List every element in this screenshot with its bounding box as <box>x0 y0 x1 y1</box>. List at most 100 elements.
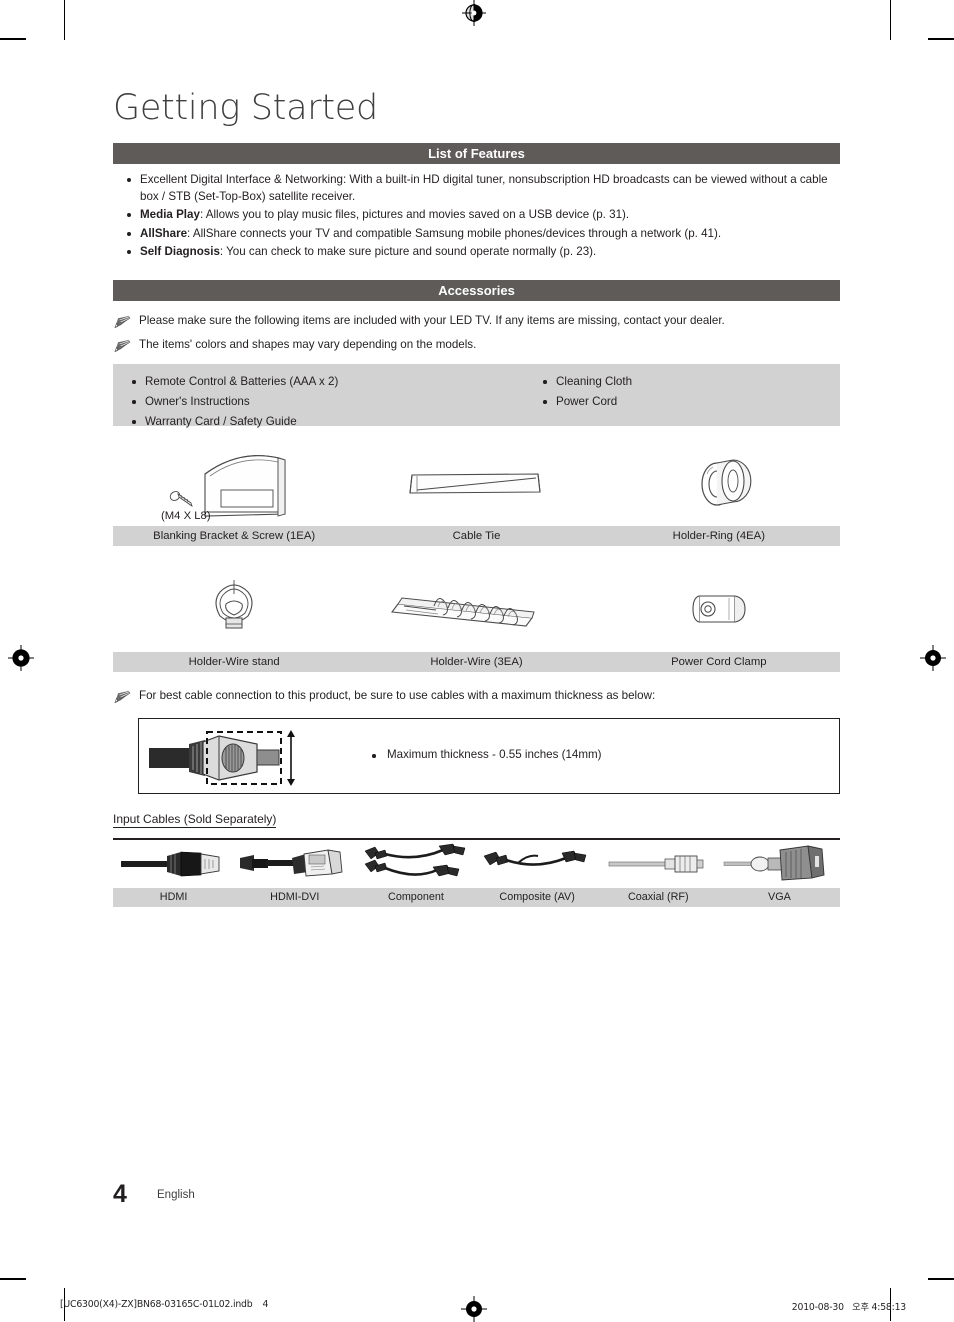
registration-mark-right <box>920 645 946 671</box>
features-list: Excellent Digital Interface & Networking… <box>113 172 840 263</box>
list-item: AllShare: AllShare connects your TV and … <box>113 226 840 243</box>
imprint-file-text: [UC6300(X4)-ZX]BN68-03165C-01L02.indb <box>60 1299 253 1310</box>
input-cables-labels: HDMI HDMI-DVI Component Composite (AV) C… <box>113 887 840 907</box>
bullet-icon <box>543 400 547 404</box>
accessory-label: Cable Tie <box>452 530 501 542</box>
bullet-icon <box>127 213 131 217</box>
section-header-accessories: Accessories <box>113 280 840 301</box>
cable-label: Component <box>388 890 444 903</box>
feature-term: Media Play <box>140 208 200 221</box>
feature-text: : Allows you to play music files, pictur… <box>199 208 630 221</box>
list-item: Warranty Card / Safety Guide <box>127 412 507 432</box>
imprint-time-text: 오후 4:58:13 <box>852 1302 906 1313</box>
holder-wire-icon <box>391 597 536 627</box>
feature-term: AllShare <box>140 226 188 240</box>
accessories-column-left: Remote Control & Batteries (AAA x 2) Own… <box>127 372 507 432</box>
cable-tie-icon <box>409 473 542 494</box>
accessory-label: Holder-Wire (3EA) <box>430 656 523 668</box>
accessory-row-2-labels: Holder-Wire stand Holder-Wire (3EA) Powe… <box>113 652 840 672</box>
list-item: Media Play: Allows you to play music fil… <box>113 207 840 224</box>
list-item: Cleaning Cloth <box>538 372 828 392</box>
imprint-date-text: 2010-08-30 <box>791 1302 844 1313</box>
hdmi-dvi-cable-icon <box>239 848 343 876</box>
cable-label: HDMI-DVI <box>270 890 320 903</box>
composite-cable-icon <box>483 850 587 866</box>
bullet-icon <box>127 250 131 254</box>
hdmi-connector-diagram <box>149 730 295 786</box>
accessory-label: Holder-Wire stand <box>188 656 280 668</box>
imprint-timestamp: 2010-08-30 오후 4:58:13 <box>792 1299 906 1313</box>
list-item: Owner's Instructions <box>127 392 507 412</box>
accessory-label: Power Cord <box>556 395 618 408</box>
registration-mark-top <box>462 0 486 26</box>
language-label: English <box>157 1189 195 1201</box>
input-cables-title: Input Cables (Sold Separately) <box>113 812 277 828</box>
accessory-image-holder-ring <box>598 440 840 526</box>
page-number: 4 <box>113 1180 127 1208</box>
registration-mark-left <box>8 645 34 671</box>
accessory-image-holder-wire-stand <box>113 566 355 652</box>
note-text: Please make sure the following items are… <box>139 314 725 327</box>
vga-cable-icon <box>723 844 825 880</box>
cable-image-coaxial <box>597 840 718 888</box>
accessory-row-2-images <box>113 566 840 652</box>
accessory-label: Holder-Ring (4EA) <box>672 530 765 542</box>
accessory-image-blanking-bracket: (M4 X L8) <box>113 440 355 526</box>
component-cable-icon <box>364 843 466 876</box>
accessory-label: Warranty Card / Safety Guide <box>145 415 297 428</box>
pencil-note-icon <box>114 315 131 329</box>
cable-label: HDMI <box>159 890 188 903</box>
cable-image-hdmi-dvi <box>234 840 355 888</box>
cable-thickness-box: Maximum thickness - 0.55 inches (14mm) <box>138 718 840 794</box>
crop-mark-top-left <box>64 0 65 40</box>
pencil-note-icon <box>114 339 131 353</box>
accessory-label: Cleaning Cloth <box>556 375 633 388</box>
registration-mark-bottom <box>461 1296 487 1322</box>
bullet-icon <box>372 754 376 758</box>
cable-label: Composite (AV) <box>499 890 575 903</box>
cable-image-component <box>355 840 476 888</box>
bullet-icon <box>543 380 547 384</box>
accessory-image-power-cord-clamp <box>598 566 840 652</box>
max-thickness-label: Maximum thickness - 0.55 inches (14mm) <box>387 748 602 761</box>
feature-text: : You can check to make sure picture and… <box>219 245 597 258</box>
bullet-icon <box>132 400 136 404</box>
accessories-column-right: Cleaning Cloth Power Cord <box>538 372 828 412</box>
input-cables-images <box>113 840 840 888</box>
crop-mark-left-bottom <box>0 1278 26 1280</box>
bullet-icon <box>132 380 136 384</box>
accessory-image-holder-wire <box>355 566 597 652</box>
accessory-label: Blanking Bracket & Screw (1EA) <box>153 530 316 542</box>
bullet-icon <box>132 420 136 424</box>
holder-ring-icon <box>701 459 752 506</box>
page-title: Getting Started <box>113 88 378 128</box>
cable-thickness-note: For best cable connection to this produc… <box>113 688 840 704</box>
screw-spec-label: (M4 X L8) <box>161 510 211 522</box>
holder-wire-stand-icon <box>215 580 253 629</box>
feature-text: : AllShare connects your TV and compatib… <box>187 226 722 240</box>
bullet-icon <box>127 231 131 236</box>
power-cord-clamp-icon <box>692 595 746 623</box>
cable-label: Coaxial (RF) <box>627 890 689 903</box>
accessory-image-cable-tie <box>355 440 597 526</box>
accessory-row-2: Holder-Wire stand Holder-Wire (3EA) Powe… <box>113 566 840 672</box>
feature-text: Excellent Digital Interface & Networking… <box>140 173 828 203</box>
section-header-features: List of Features <box>113 143 840 164</box>
imprint-filename: [UC6300(X4)-ZX]BN68-03165C-01L02.indb 4 <box>60 1299 268 1310</box>
accessory-label: Remote Control & Batteries (AAA x 2) <box>145 375 339 388</box>
note-text: The items' colors and shapes may vary de… <box>139 338 477 351</box>
cable-image-vga <box>719 840 840 888</box>
crop-mark-top-right <box>890 0 891 40</box>
bullet-icon <box>127 178 131 182</box>
crop-mark-right-top <box>928 38 954 40</box>
note-text: For best cable connection to this produc… <box>139 689 656 702</box>
hdmi-cable-icon <box>120 851 219 876</box>
list-item: Excellent Digital Interface & Networking… <box>113 172 840 205</box>
cable-label: VGA <box>768 890 791 903</box>
accessory-row-1-labels: Blanking Bracket & Screw (1EA) Cable Tie… <box>113 526 840 546</box>
accessory-row-1: (M4 X L8) Blanking Bracket & Screw (1EA)… <box>113 440 840 546</box>
accessory-row-1-images: (M4 X L8) <box>113 440 840 526</box>
accessories-note-2: The items' colors and shapes may vary de… <box>113 337 840 353</box>
cable-image-hdmi <box>113 840 234 888</box>
coaxial-cable-icon <box>608 855 704 872</box>
